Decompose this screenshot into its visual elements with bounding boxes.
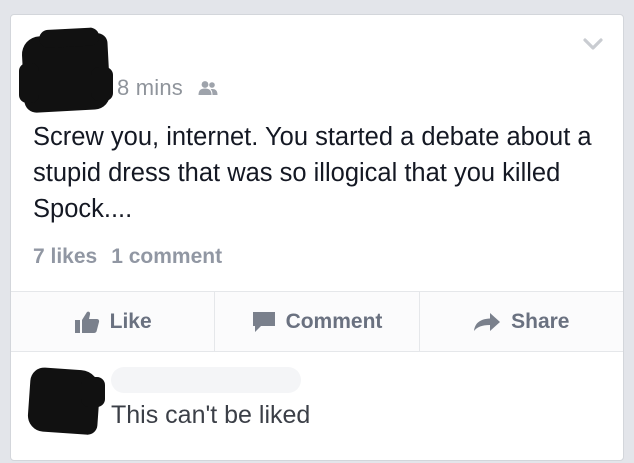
comment-text: This can't be liked — [111, 401, 311, 429]
chevron-down-icon[interactable] — [583, 37, 603, 51]
friends-icon[interactable] — [197, 80, 219, 96]
like-button[interactable]: Like — [11, 292, 216, 351]
like-label: Like — [109, 309, 152, 333]
share-label: Share — [511, 309, 570, 333]
avatar-scribble — [91, 67, 113, 101]
post-action-bar: Like Comment Share — [11, 291, 623, 352]
comments-count[interactable]: 1 comment — [111, 245, 222, 269]
share-button[interactable]: Share — [420, 292, 623, 351]
post-card: 8 mins Screw you, internet. You started … — [10, 14, 624, 461]
comment-button[interactable]: Comment — [215, 292, 420, 351]
post-body: Screw you, internet. You started a debat… — [33, 123, 592, 223]
share-arrow-icon — [474, 312, 501, 331]
commenter-name-redacted[interactable] — [111, 367, 301, 393]
comment-label: Comment — [285, 309, 383, 333]
post-engagement-counts: 7 likes 1 comment — [33, 245, 222, 269]
post-timestamp[interactable]: 8 mins — [117, 75, 183, 101]
thumbs-up-icon — [74, 311, 99, 333]
comment-bubble-icon — [252, 311, 275, 332]
post-meta: 8 mins — [117, 75, 219, 101]
likes-count[interactable]: 7 likes — [33, 245, 97, 269]
avatar-scribble — [19, 63, 39, 103]
avatar-scribble — [81, 377, 105, 407]
